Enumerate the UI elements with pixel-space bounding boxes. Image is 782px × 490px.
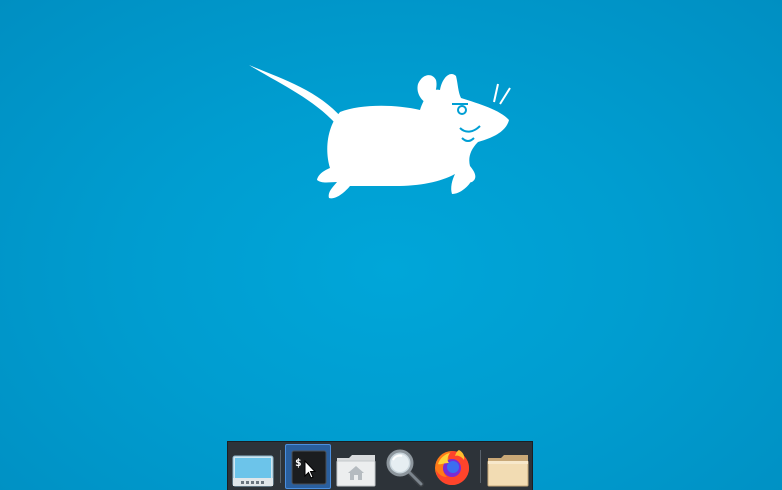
desktop[interactable]: $ [0, 0, 782, 490]
dock-separator [280, 450, 281, 483]
mouse-pointer-icon [304, 459, 317, 479]
dock-separator [480, 450, 481, 483]
show-desktop-launcher[interactable] [230, 444, 276, 489]
search-launcher[interactable] [381, 444, 427, 489]
home-folder-launcher[interactable] [333, 444, 379, 489]
dock-panel: $ [227, 441, 533, 490]
firefox-launcher[interactable] [429, 444, 475, 489]
show-desktop-icon [232, 455, 274, 487]
xfce-mouse-logo [249, 65, 511, 199]
folder-icon [487, 455, 529, 487]
search-icon [386, 449, 424, 487]
home-folder-icon [336, 455, 376, 487]
firefox-icon [435, 450, 469, 485]
terminal-launcher[interactable]: $ [285, 444, 331, 489]
folder-launcher[interactable] [485, 444, 531, 489]
